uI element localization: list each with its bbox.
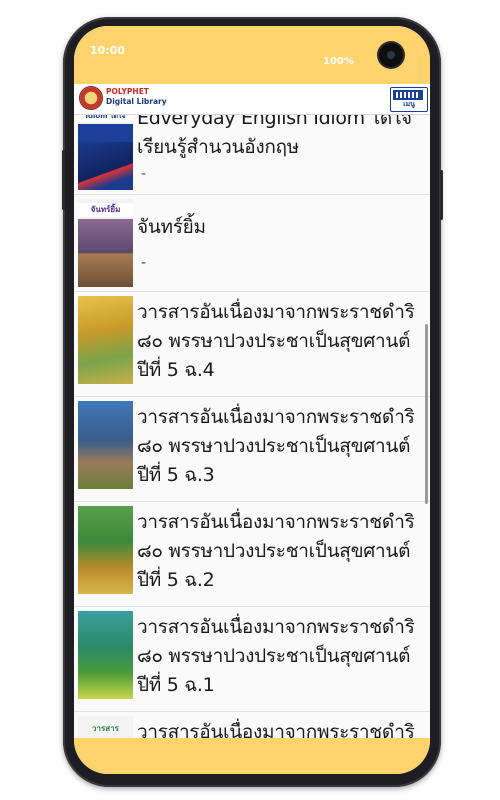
list-item[interactable]: วารสารอันเนื่องมาจากพระราชดำริ ๘๐ พรรษาป… — [74, 397, 430, 502]
book-cover: Idiom ได้ใจ — [78, 114, 133, 190]
cover-title: วารสาร — [92, 724, 119, 733]
book-list: Idiom ได้ใจ Edveryday English Idiom ได้ใ… — [74, 114, 430, 738]
app-header: POLYPHET Digital Library เมนู — [74, 84, 430, 115]
book-cover: วารสาร — [78, 716, 133, 738]
app-logo-text: POLYPHET Digital Library — [106, 87, 167, 107]
list-item[interactable]: จันทร์ยิ้ม จันทร์ยิ้ม - — [74, 195, 430, 292]
cover-title: จันทร์ยิ้ม — [78, 203, 133, 217]
status-bar: 10:00 100% — [74, 26, 430, 84]
book-cover — [78, 506, 133, 594]
list-item[interactable]: Idiom ได้ใจ Edveryday English Idiom ได้ใ… — [74, 114, 430, 195]
status-time: 10:00 — [90, 44, 126, 57]
book-title: วารสารอันเนื่องมาจากพระราชดำริ ๘๐ พรรษาป… — [137, 406, 415, 486]
list-item[interactable]: วารสารอันเนื่องมาจากพระราชดำริ ๘๐ พรรษาป… — [74, 607, 430, 712]
logo-title: POLYPHET — [106, 87, 149, 96]
screen: 10:00 100% POLYPHET Digital Library เมนู… — [74, 26, 430, 774]
book-list-container[interactable]: Idiom ได้ใจ Edveryday English Idiom ได้ใ… — [74, 114, 430, 738]
book-cover — [78, 611, 133, 699]
menu-icon — [393, 90, 423, 100]
menu-label: เมนู — [403, 100, 415, 108]
book-title: Edveryday English Idiom ได้ใจ เรียนรู้สำ… — [137, 114, 412, 158]
book-title: วารสารอันเนื่องมาจากพระราชดำริ ๘๐ พรรษาป… — [137, 301, 415, 381]
scrollbar[interactable] — [425, 324, 428, 504]
book-cover — [78, 296, 133, 384]
book-title: วารสารอันเนื่องมาจากพระราชดำริ ๘๐ พรรษาป… — [137, 511, 415, 591]
volume-button — [62, 150, 65, 210]
list-item[interactable]: วารสารอันเนื่องมาจากพระราชดำริ ๘๐ พรรษาป… — [74, 502, 430, 607]
book-subtitle: - — [141, 574, 147, 590]
logo-subtitle: Digital Library — [106, 97, 167, 106]
library-logo-icon — [80, 87, 102, 109]
front-camera-icon — [379, 43, 403, 67]
book-cover: จันทร์ยิ้ม — [78, 199, 133, 287]
battery-level: 100% — [323, 56, 354, 67]
book-subtitle: - — [141, 255, 147, 271]
book-subtitle: - — [141, 364, 147, 380]
list-item[interactable]: วารสารอันเนื่องมาจากพระราชดำริ ๘๐ พรรษาป… — [74, 292, 430, 397]
bottom-bar — [74, 738, 430, 774]
book-subtitle: - — [141, 679, 147, 695]
menu-button[interactable]: เมนู — [390, 87, 428, 112]
cover-title: Idiom ได้ใจ — [78, 114, 133, 122]
book-subtitle: - — [141, 469, 147, 485]
book-cover — [78, 401, 133, 489]
book-subtitle: - — [141, 166, 147, 182]
book-title: วารสารอันเนื่องมาจากพระราชดำริ — [137, 721, 415, 738]
book-title: วารสารอันเนื่องมาจากพระราชดำริ ๘๐ พรรษาป… — [137, 616, 415, 696]
book-title: จันทร์ยิ้ม — [137, 216, 206, 238]
power-button — [440, 170, 443, 220]
list-item[interactable]: วารสาร วารสารอันเนื่องมาจากพระราชดำริ — [74, 712, 430, 738]
